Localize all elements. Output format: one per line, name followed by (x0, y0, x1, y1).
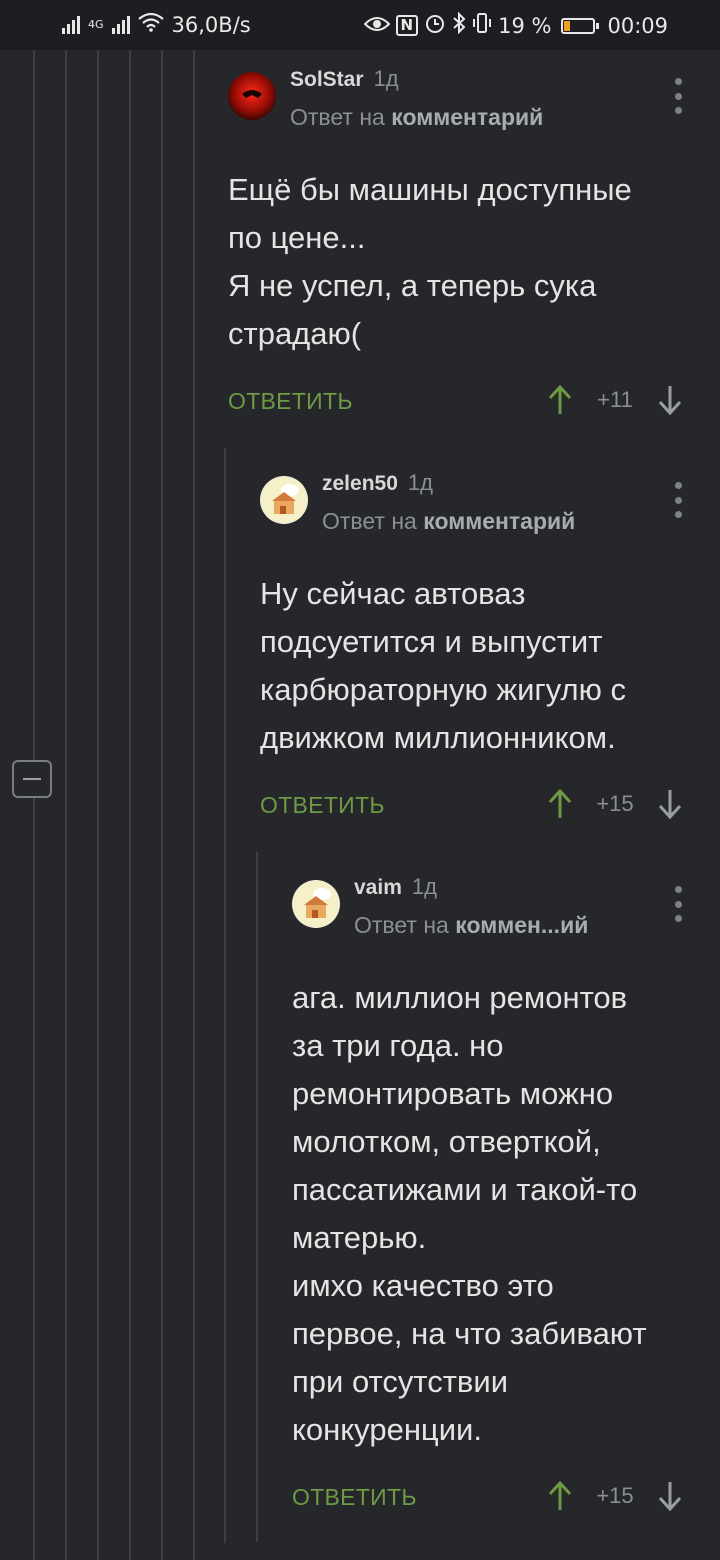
comment-score: +15 (596, 1483, 634, 1508)
downvote-icon[interactable] (650, 784, 690, 824)
network-type: 4G (88, 17, 104, 31)
nfc-icon: N (395, 15, 419, 36)
comment-score: +11 (597, 387, 633, 412)
reply-target-link[interactable]: комментарий (423, 508, 575, 534)
more-options-icon[interactable] (666, 482, 690, 518)
comment-text: Ну сейчас автоваз подсуетится и выпустит… (260, 576, 626, 755)
comment-time: 1д (411, 874, 437, 899)
network-speed: 36,0B/s (171, 12, 251, 37)
comment-text: ага. миллион ремонтов за три года. но ре… (292, 980, 647, 1447)
signal-icon (62, 15, 80, 34)
reply-target-link[interactable]: комментарий (391, 104, 543, 130)
reply-button[interactable]: ОТВЕТИТЬ (228, 388, 353, 415)
wifi-icon (137, 12, 164, 37)
comment: zelen50 1д Ответ на комментарий Ну сейчас… (260, 470, 690, 840)
comment-footer: ОТВЕТИТЬ +15 (260, 780, 690, 840)
status-bar-right: N 19 % 00:09 (363, 11, 668, 39)
eye-icon (363, 14, 390, 38)
reply-to: Ответ на комментарий (290, 104, 544, 130)
minus-icon (23, 778, 41, 780)
reply-target-link[interactable]: коммен...ий (455, 912, 588, 938)
comment-header: zelen50 1д Ответ на комментарий (260, 470, 690, 550)
comment-footer: ОТВЕТИТЬ +11 (228, 376, 690, 436)
signal-icon-2 (111, 15, 130, 34)
clock: 00:09 (607, 13, 668, 38)
thread-line (97, 50, 99, 1560)
vibrate-icon (472, 12, 492, 39)
avatar[interactable] (228, 72, 276, 120)
collapse-thread-button[interactable] (12, 760, 52, 798)
alarm-icon (424, 12, 446, 39)
battery-icon (561, 17, 600, 34)
thread-line (161, 50, 163, 1560)
more-options-icon[interactable] (666, 886, 690, 922)
comment-header: SolStar 1д Ответ на комментарий (228, 66, 690, 146)
thread-line (256, 852, 258, 1542)
comment: SolStar 1д Ответ на комментарий Ещё бы ма… (228, 66, 690, 436)
thread-line (33, 50, 35, 1560)
battery-fill (564, 20, 571, 31)
author-name[interactable]: SolStar 1д (290, 66, 399, 92)
comment-text: Ещё бы машины доступные по цене... Я не … (228, 172, 632, 351)
reply-to: Ответ на коммен...ий (354, 912, 589, 938)
vote-controls: +15 (540, 780, 690, 828)
comment-time: 1д (407, 470, 433, 495)
reply-button[interactable]: ОТВЕТИТЬ (292, 1484, 417, 1511)
more-options-icon[interactable] (666, 78, 690, 114)
vote-controls: +15 (540, 1472, 690, 1520)
bluetooth-icon (452, 11, 466, 39)
downvote-icon[interactable] (650, 380, 690, 420)
status-bar: 4G 36,0B/s N 19 % 00:09 (0, 0, 720, 50)
reply-to: Ответ на комментарий (322, 508, 576, 534)
downvote-icon[interactable] (650, 1476, 690, 1516)
thread-line (193, 50, 195, 1560)
comment: vaim 1д Ответ на коммен...ий ага. миллион… (292, 874, 690, 1532)
reply-button[interactable]: ОТВЕТИТЬ (260, 792, 385, 819)
avatar[interactable] (292, 880, 340, 928)
thread-line (129, 50, 131, 1560)
battery-percent: 19 % (498, 13, 552, 38)
author-name[interactable]: zelen50 1д (322, 470, 433, 496)
status-bar-left: 4G 36,0B/s (62, 12, 251, 37)
thread-line (224, 448, 226, 1543)
upvote-icon[interactable] (540, 380, 580, 420)
avatar[interactable] (260, 476, 308, 524)
vote-controls: +11 (540, 376, 690, 424)
upvote-icon[interactable] (540, 784, 580, 824)
thread-line (65, 50, 67, 1560)
upvote-icon[interactable] (540, 1476, 580, 1516)
author-name[interactable]: vaim 1д (354, 874, 437, 900)
comment-time: 1д (373, 66, 399, 91)
comment-footer: ОТВЕТИТЬ +15 (292, 1472, 690, 1532)
comment-score: +15 (596, 791, 634, 816)
comment-header: vaim 1д Ответ на коммен...ий (292, 874, 690, 954)
